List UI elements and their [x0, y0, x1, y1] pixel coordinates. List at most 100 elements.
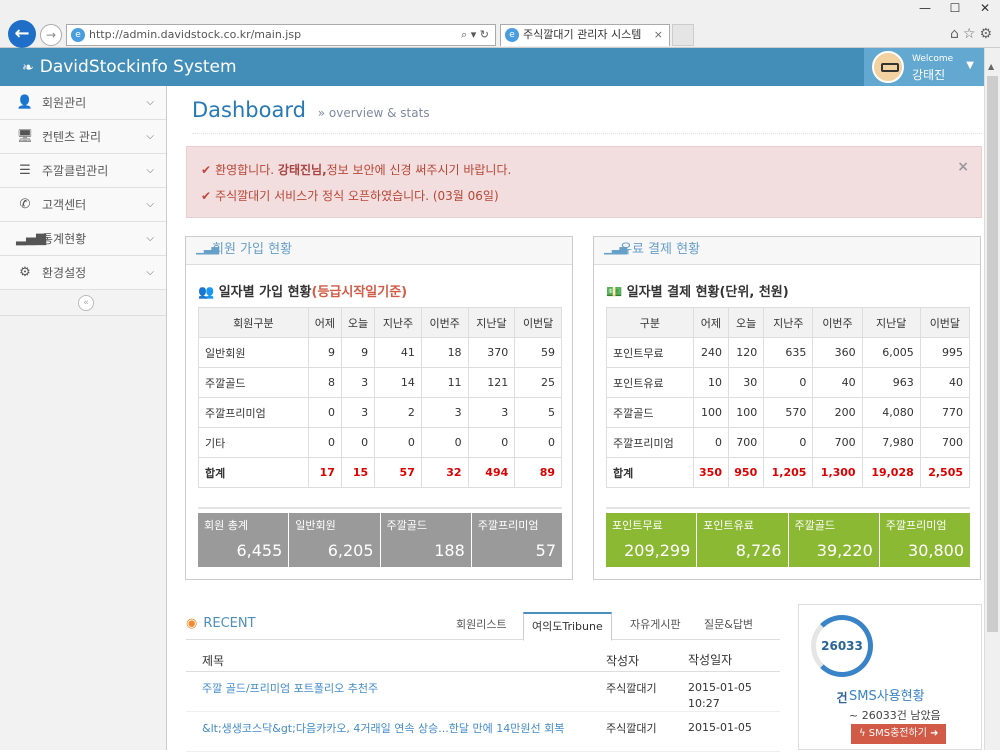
row-label: 일반회원	[198, 337, 309, 368]
widget-title: 회원 가입 현황	[212, 242, 293, 257]
ie-icon: e	[71, 28, 85, 42]
sms-title: SMS사용현황	[849, 689, 925, 704]
caption-highlight: (등급시작일기준)	[311, 285, 408, 300]
row-label: 주깔프리미엄	[606, 427, 694, 458]
table-cell: 200	[812, 397, 863, 428]
row-label: 합계	[198, 457, 309, 488]
table-cell: 950	[727, 457, 765, 488]
tab-qna[interactable]: 질문&답변	[696, 612, 761, 640]
table-cell: 1,205	[763, 457, 814, 488]
column-header: 지난달	[467, 307, 516, 338]
close-tab-icon[interactable]: ×	[654, 25, 663, 45]
sidebar-item-support[interactable]: ✆ 고객센터 ⌵	[0, 188, 166, 222]
back-button[interactable]: ←	[8, 20, 36, 48]
table-cell: 240	[692, 337, 730, 368]
recent-table-header: 제목 작성자 작성일자	[186, 644, 780, 672]
stat-label: 일반회원	[295, 519, 336, 532]
stat-tile: 포인트무료 209,299	[606, 513, 698, 567]
table-row: 포인트유료 10 30 0 40 963 40	[606, 367, 971, 398]
close-icon[interactable]: ×	[957, 159, 969, 175]
chevron-down-icon: ⌵	[146, 97, 154, 108]
arrow-right-icon: ➜	[930, 728, 939, 739]
table-header-row: 구분 어제 오늘 지난주 이번주 지난달 이번달	[606, 307, 971, 338]
brand[interactable]: ❧ DavidStockinfo System	[22, 48, 237, 87]
table-cell: 0	[763, 367, 814, 398]
welcome-alert: ✔ 환영합니다. 강태진님,정보 보안에 신경 써주시기 바랍니다. ✔ 주식깔대기…	[186, 146, 982, 218]
scroll-up-icon[interactable]: ▲	[988, 62, 994, 71]
alert-user: 강태진님,	[277, 163, 327, 177]
tab-member-list[interactable]: 회원리스트	[448, 612, 515, 640]
recent-header: ◉ RECENT 회원리스트 여의도Tribune 자유게시판 질문&답변	[186, 604, 780, 641]
stat-value: 209,299	[624, 541, 691, 560]
table-cell: 350	[692, 457, 730, 488]
stat-tile: 포인트유료 8,726	[697, 513, 789, 567]
home-star-gear-icon[interactable]: ⌂☆⚙	[950, 26, 996, 42]
divider	[198, 507, 562, 509]
stat-label: 포인트무료	[612, 519, 663, 532]
scroll-thumb[interactable]	[987, 76, 998, 632]
row-label: 주깔골드	[198, 367, 309, 398]
table-cell: 0	[307, 427, 342, 458]
table-cell: 30	[727, 367, 765, 398]
post-link[interactable]: 주깔 골드/프리미엄 포트폴리오 추천주	[202, 680, 378, 696]
user-name: 강태진	[912, 68, 946, 82]
table-cell: 700	[812, 427, 863, 458]
table-cell: 3	[420, 397, 469, 428]
payments-table: 구분 어제 오늘 지난주 이번주 지난달 이번달 포인트무료 240 120 635 360 6,005…	[606, 307, 971, 488]
sms-charge-button[interactable]: ϟ SMS충전하기 ➜	[851, 724, 947, 744]
stat-label: 주깔골드	[386, 519, 427, 532]
col-author: 작성자	[606, 654, 640, 668]
close-window-icon[interactable]: ✕	[970, 0, 1000, 18]
table-cell: 995	[919, 337, 971, 368]
address-bar[interactable]: e http://admin.davidstock.co.kr/main.jsp…	[66, 24, 496, 46]
sms-widget: 26033건 SMS사용현황 ~ 26033건 남았음 ϟ SMS충전하기 ➜	[798, 604, 982, 750]
table-caption: 💵 일자별 결제 현황(단위, 천원)	[606, 281, 789, 300]
table-cell: 1,300	[812, 457, 863, 488]
user-menu[interactable]: Welcome 강태진 ▼	[864, 48, 984, 86]
sms-donut: 26033건	[811, 615, 873, 705]
sidebar-item-club[interactable]: ☰ 주깔클럽관리 ⌵	[0, 154, 166, 188]
new-tab-button[interactable]	[672, 24, 694, 46]
alert-text: 정보 보안에 신경 써주시기 바랍니다.	[326, 163, 512, 177]
table-row: 기타 0 0 0 0 0 0	[198, 427, 562, 458]
main-content: Dashboard » overview & stats ✔ 환영합니다. 강태진…	[168, 86, 984, 752]
table-cell: 0	[467, 427, 516, 458]
chevron-down-icon: ⌵	[146, 199, 154, 210]
tab-tribune[interactable]: 여의도Tribune	[523, 612, 612, 641]
sidebar-item-settings[interactable]: ⚙ 환경설정 ⌵	[0, 256, 166, 290]
table-cell: 59	[514, 337, 562, 368]
table-cell: 121	[467, 367, 516, 398]
chevron-down-icon: ⌵	[146, 165, 154, 176]
post-author: 주식깔대기	[606, 682, 657, 695]
stat-value: 39,220	[816, 541, 873, 560]
scrollbar[interactable]: ▲	[984, 48, 1000, 750]
post-link[interactable]: &lt;생생코스닥&gt;다음카카오, 4거래일 연속 상승...한달 만에 1…	[202, 720, 564, 736]
row-label: 합계	[606, 457, 694, 488]
table-cell: 41	[374, 337, 422, 368]
search-refresh-icon[interactable]: ⌕ ▾ ↻	[461, 25, 489, 45]
minimize-icon[interactable]: —	[910, 0, 940, 18]
tab-free-board[interactable]: 자유게시판	[622, 612, 689, 640]
widget-header: ▁▃▅ 회원 가입 현황	[186, 237, 572, 265]
stat-tile: 주깔프리미엄 57	[471, 513, 562, 567]
caption-text: 일자별 결제 현황(단위, 천원)	[626, 285, 789, 300]
forward-button[interactable]: →	[40, 24, 62, 46]
bolt-icon: ϟ	[859, 728, 869, 739]
sidebar-item-stats[interactable]: ▂▄▆ 통계현황 ⌵	[0, 222, 166, 256]
row-label: 주깔프리미엄	[198, 397, 309, 428]
table-cell: 0	[374, 427, 422, 458]
sidebar-item-contents[interactable]: 🖥 컨텐츠 관리 ⌵	[0, 120, 166, 154]
column-header: 이번달	[919, 307, 971, 338]
check-icon: ✔	[201, 189, 212, 203]
table-cell: 10	[692, 367, 730, 398]
maximize-icon[interactable]: ☐	[940, 0, 970, 18]
double-left-icon[interactable]: «	[78, 295, 94, 311]
table-cell: 0	[763, 427, 814, 458]
recent-widget: ◉ RECENT 회원리스트 여의도Tribune 자유게시판 질문&답변 제목 …	[186, 604, 780, 752]
chevron-down-icon: ⌵	[146, 131, 154, 142]
sidebar-item-members[interactable]: 👤 회원관리 ⌵	[0, 86, 166, 120]
table-cell: 2,505	[919, 457, 971, 488]
browser-tab[interactable]: e 주식깔대기 관리자 시스템 ×	[500, 24, 670, 46]
table-cell: 360	[812, 337, 863, 368]
table-cell: 370	[467, 337, 516, 368]
